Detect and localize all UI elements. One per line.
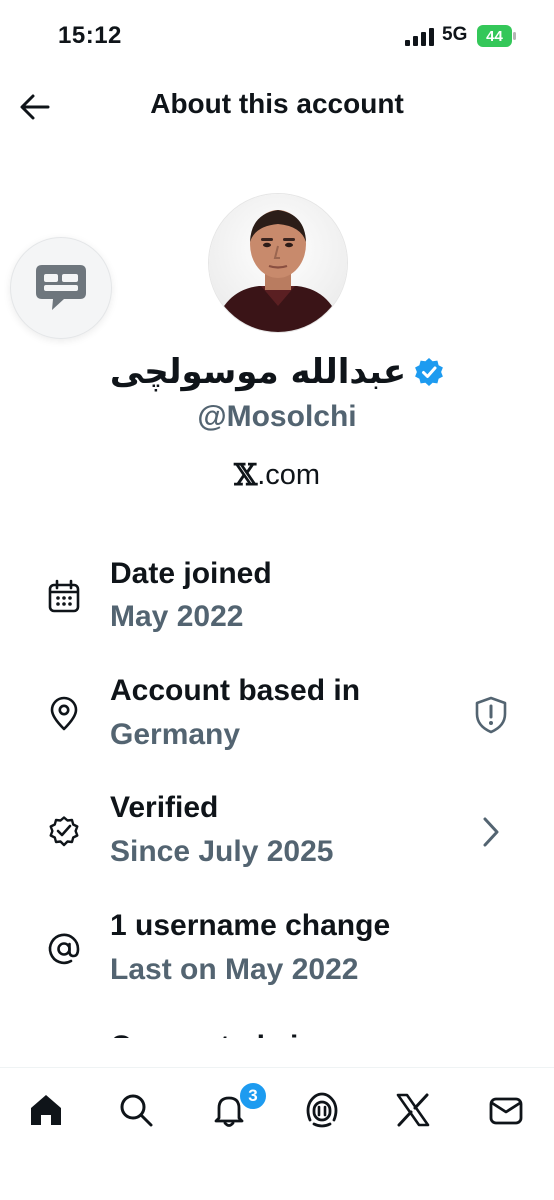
tab-x-premium[interactable] [388, 1085, 438, 1135]
arrow-left-icon[interactable] [18, 90, 52, 124]
verified-seal-icon [49, 816, 79, 847]
date-joined-value: May 2022 [110, 600, 244, 633]
floating-chat-button[interactable] [10, 237, 112, 339]
x-glyph: 𝕏 [233, 458, 258, 493]
verified-value: Since July 2025 [110, 835, 334, 868]
page-title: About this account [150, 88, 404, 119]
battery-icon: 44 [477, 25, 517, 47]
date-joined-title: Date joined [110, 557, 272, 590]
website-suffix: .com [257, 459, 321, 491]
partial-row-title: Connected via [110, 1030, 315, 1038]
cellular-signal-icon [405, 28, 434, 46]
username-change-title: 1 username change [110, 909, 391, 942]
notifications-badge: 3 [238, 1081, 268, 1111]
shield-alert-icon[interactable] [473, 696, 509, 734]
home-icon [31, 1095, 61, 1125]
status-time: 15:12 [58, 22, 122, 49]
display-name: عبدالله موسولچی [109, 352, 407, 392]
x-logo-icon [396, 1093, 430, 1127]
chat-bubble-icon [36, 265, 86, 310]
grok-icon [306, 1092, 338, 1128]
account-based-title: Account based in [110, 674, 361, 707]
tab-bar-divider [0, 1067, 554, 1068]
verified-title: Verified [110, 791, 219, 824]
username-change-value: Last on May 2022 [110, 953, 359, 986]
at-sign-icon [48, 933, 80, 965]
network-type: 5G [442, 24, 468, 45]
calendar-icon [48, 579, 80, 613]
avatar[interactable] [208, 193, 348, 333]
tab-grok[interactable] [297, 1085, 347, 1135]
website-label[interactable]: 𝕏 .com [0, 458, 554, 493]
account-based-value: Germany [110, 718, 241, 751]
tab-messages[interactable] [481, 1085, 531, 1135]
chevron-right-icon[interactable] [478, 814, 504, 850]
battery-level: 44 [486, 27, 503, 45]
verified-badge-icon[interactable] [414, 357, 444, 387]
tab-search[interactable] [111, 1085, 161, 1135]
search-icon [120, 1094, 153, 1127]
display-name-row: عبدالله موسولچی [0, 352, 554, 392]
messages-icon [489, 1097, 523, 1125]
location-pin-icon [50, 696, 78, 731]
username-handle: @Mosolchi [197, 400, 357, 433]
tab-home[interactable] [21, 1085, 71, 1135]
